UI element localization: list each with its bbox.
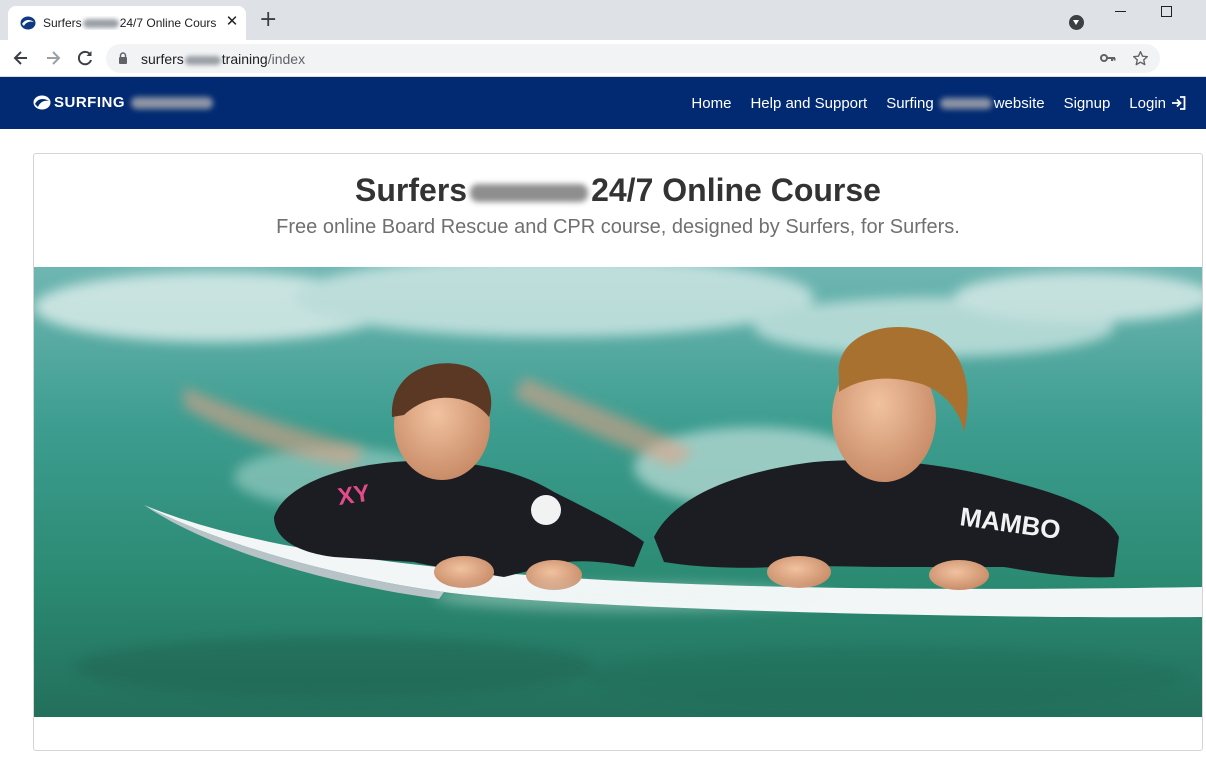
browser-toolbar: surfers training/index [0,40,1206,77]
redacted-text [131,97,213,109]
redacted-text [470,183,589,202]
nav-login[interactable]: Login [1129,95,1186,112]
hero-image: XY MAMBO [34,267,1202,717]
url-text: surfers training/index [141,51,306,67]
nav-home[interactable]: Home [691,95,731,112]
key-icon[interactable] [1100,52,1116,64]
logo-text: SURFING [54,94,125,111]
page-title: Surfers 24/7 Online Course [355,172,881,208]
profile-icon[interactable] [1069,15,1084,30]
course-card: Surfers 24/7 Online Course Free online Bo… [33,153,1203,751]
login-icon [1172,96,1186,110]
close-icon[interactable]: ✕ [224,14,240,30]
plus-icon[interactable]: + [259,9,277,31]
maximize-icon[interactable] [1161,6,1172,17]
tab-strip: Surfers 24/7 Online Cours ✕ + [0,0,1206,40]
lock-icon [119,52,127,64]
favicon-icon [20,16,36,30]
wetsuit-logo-left: XY [336,480,371,511]
logo-icon [33,95,51,110]
redacted-text [82,19,119,29]
redacted-text [939,97,992,109]
page-subtitle: Free online Board Rescue and CPR course,… [276,216,960,238]
back-icon[interactable] [11,48,31,68]
nav-signup[interactable]: Signup [1064,95,1111,112]
star-icon[interactable] [1132,50,1149,67]
redacted-text [184,55,221,65]
forward-icon[interactable] [43,48,63,68]
tab-title: Surfers 24/7 Online Cours [43,16,217,30]
nav-surfing-website[interactable]: Surfing website [886,95,1044,112]
nav-help-support[interactable]: Help and Support [750,95,867,112]
minimize-icon[interactable] [1115,11,1126,12]
address-bar[interactable]: surfers training/index [106,44,1160,73]
nav-links: Home Help and Support Surfing website Sig… [672,77,1186,129]
browser-tab[interactable]: Surfers 24/7 Online Cours ✕ [8,6,246,40]
surfers-photo: XY MAMBO [34,267,1202,717]
site-navbar: SURFING Home Help and Support Surfing web… [0,77,1206,129]
reload-icon[interactable] [75,48,95,68]
